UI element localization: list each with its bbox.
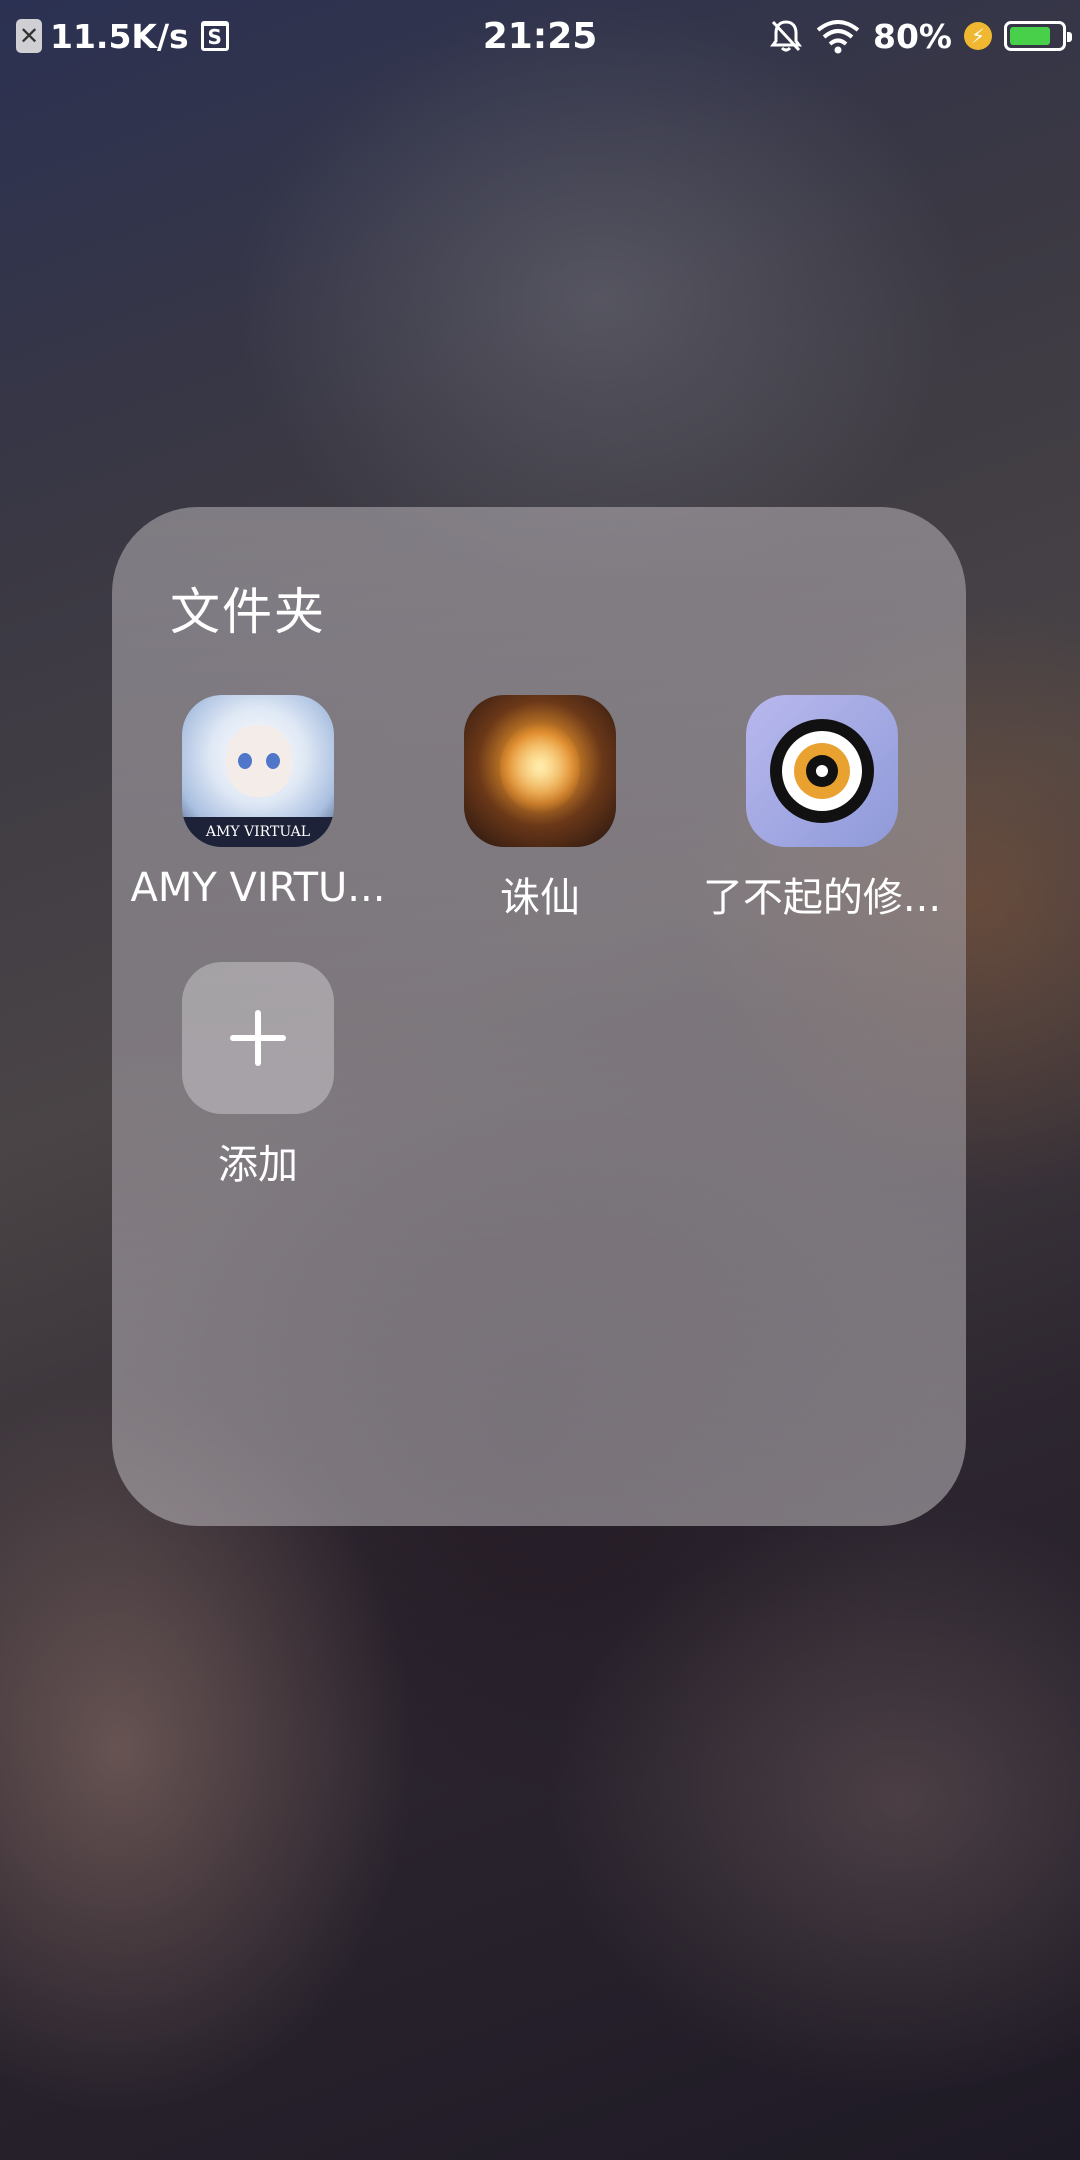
battery-percent: 80% [873,16,952,56]
anime-face-shape [226,725,292,797]
app-label: 诛仙 [500,875,580,921]
app-zhuxian[interactable]: 诛仙 [410,695,670,923]
app-label: AMY VIRTU... [130,865,386,911]
app-label: 了不起的修... [702,875,942,921]
folder-title[interactable]: 文件夹 [170,572,326,644]
fire-glow-shape [500,723,580,813]
battery-fill [1010,27,1050,45]
battery-icon [1004,21,1072,51]
amy-virtual-app-icon[interactable]: AMY VIRTUAL [182,695,334,847]
liaobuqi-app-icon[interactable] [746,695,898,847]
swirl-center [816,765,828,777]
plus-icon[interactable] [182,962,334,1114]
amy-icon-banner: AMY VIRTUAL [182,817,334,847]
charging-bolt-icon: ⚡ [964,22,992,50]
app-liaobuqi[interactable]: 了不起的修... [692,695,952,923]
plus-vertical [255,1010,261,1066]
add-app-button[interactable]: 添加 [128,962,388,1190]
zhuxian-app-icon[interactable] [464,695,616,847]
battery-tip [1067,32,1072,42]
status-right: 80% ⚡ [757,14,1072,58]
app-amy-virtual[interactable]: AMY VIRTUAL AMY VIRTU... [128,695,388,911]
eye-left-shape [238,753,252,769]
eye-right-shape [266,753,280,769]
wifi-icon [816,20,860,54]
mute-bell-icon [770,20,802,52]
status-bar: ✕ 11.5K/s S 21:25 80% ⚡ [0,0,1080,74]
add-label: 添加 [218,1142,298,1188]
